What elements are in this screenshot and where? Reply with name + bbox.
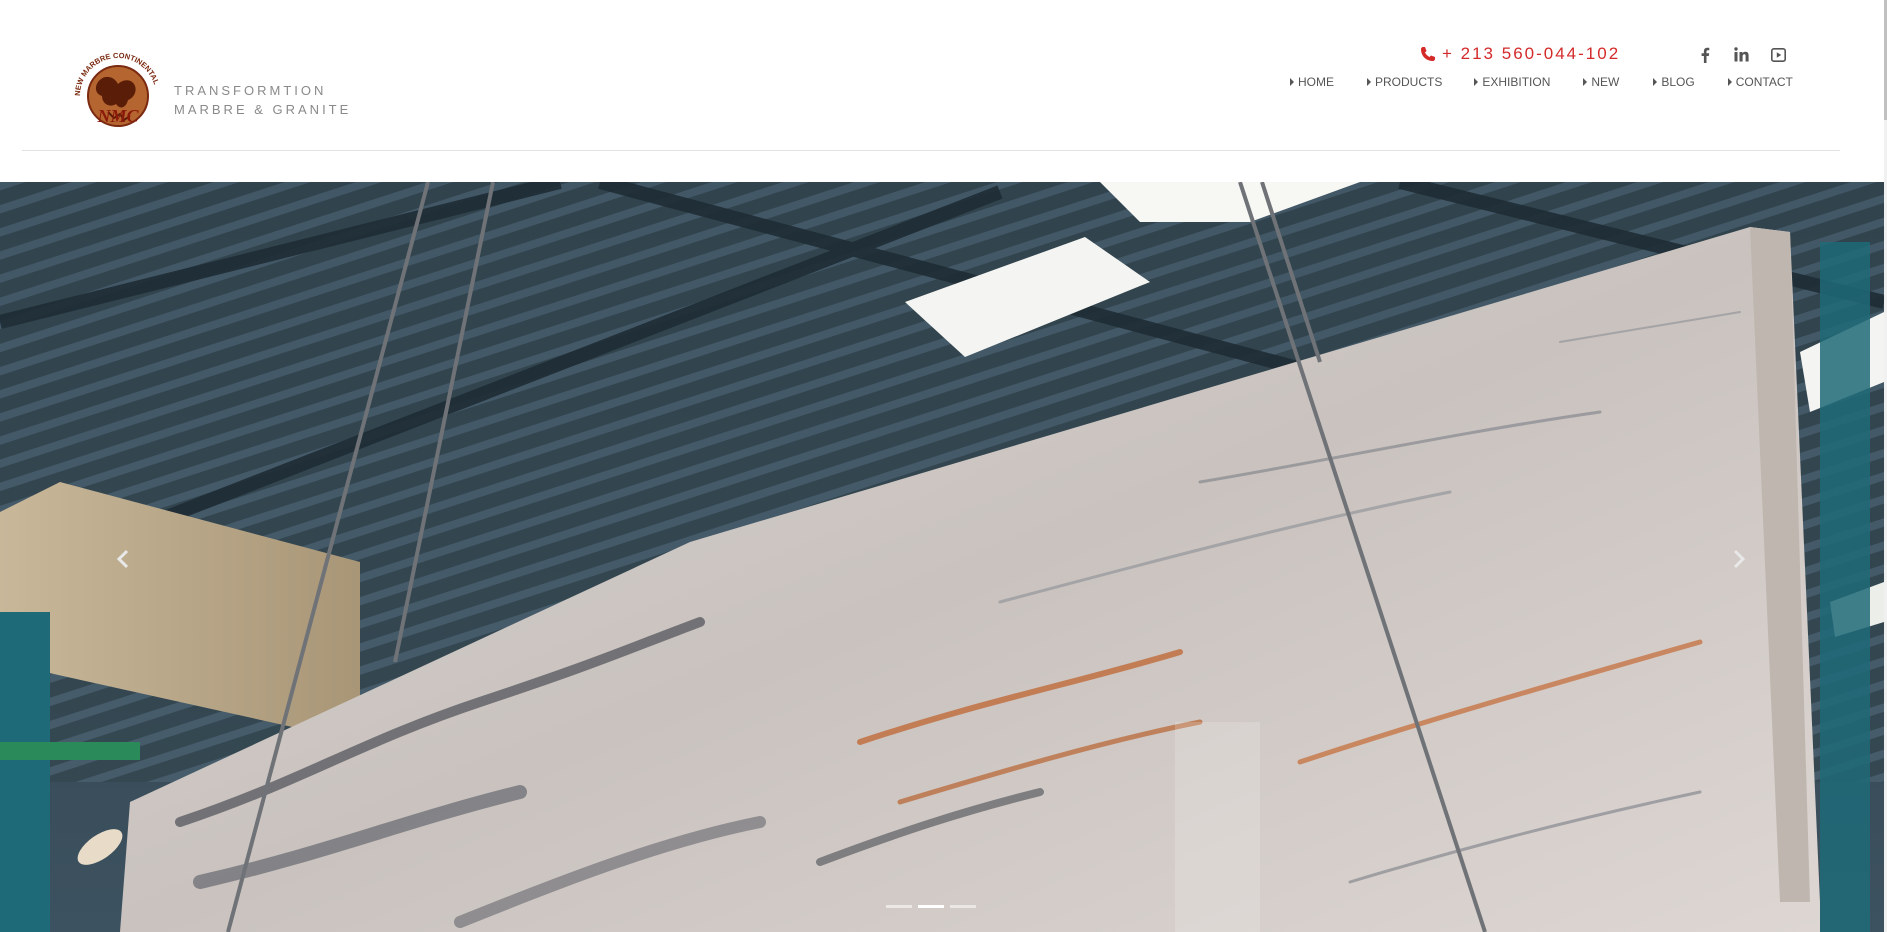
main-nav: HOME PRODUCTS EXHIBITION NEW BLOG CONTAC… [1290,75,1793,89]
tagline: TRANSFORMTION MARBRE & GRANITE [174,81,351,119]
caret-right-icon [1367,78,1371,86]
tagline-line-1: TRANSFORMTION [174,83,327,98]
hero-slider[interactable] [0,182,1884,932]
caret-right-icon [1727,78,1732,86]
chevron-left-icon [116,549,129,569]
company-logo[interactable]: NEW MARBRE CONTINENTAL NMC [68,44,168,136]
nav-item-new[interactable]: NEW [1583,75,1619,89]
slider-prev-button[interactable] [108,544,138,574]
slider-indicator-1[interactable] [886,905,912,908]
facebook-icon[interactable] [1696,46,1713,63]
nav-label[interactable]: NEW [1591,75,1619,89]
nav-item-exhibition[interactable]: EXHIBITION [1474,75,1550,89]
phone-contact[interactable]: + 213 560-044-102 [1420,44,1620,64]
caret-right-icon [1653,78,1658,86]
nav-label[interactable]: PRODUCTS [1375,75,1442,89]
nav-item-products[interactable]: PRODUCTS [1367,75,1442,89]
slider-indicator-2[interactable] [918,905,944,908]
header-divider [22,150,1840,151]
caret-right-icon [1474,78,1479,86]
slider-indicators [886,905,976,908]
tagline-line-2: MARBRE & GRANITE [174,102,352,117]
caret-right-icon [1583,78,1588,86]
site-header: NEW MARBRE CONTINENTAL NMC TRANSFORMTION… [0,0,1887,182]
caret-right-icon [1290,78,1294,86]
nav-item-blog[interactable]: BLOG [1653,75,1695,89]
slider-indicator-3[interactable] [950,905,976,908]
youtube-icon[interactable] [1770,46,1787,63]
nav-item-home[interactable]: HOME [1290,75,1334,89]
social-links [1696,46,1787,63]
svg-text:NMC: NMC [96,106,139,126]
nav-label[interactable]: HOME [1298,75,1334,89]
nav-label[interactable]: BLOG [1661,75,1694,89]
nav-item-contact[interactable]: CONTACT [1727,75,1793,89]
slide-image-marble-slab [0,182,1884,932]
nav-label[interactable]: EXHIBITION [1482,75,1550,89]
nav-label[interactable]: CONTACT [1736,75,1793,89]
chevron-right-icon [1733,549,1746,569]
slider-next-button[interactable] [1724,544,1754,574]
phone-number[interactable]: + 213 560-044-102 [1442,44,1620,64]
linkedin-icon[interactable] [1733,46,1750,63]
phone-icon [1421,47,1435,61]
